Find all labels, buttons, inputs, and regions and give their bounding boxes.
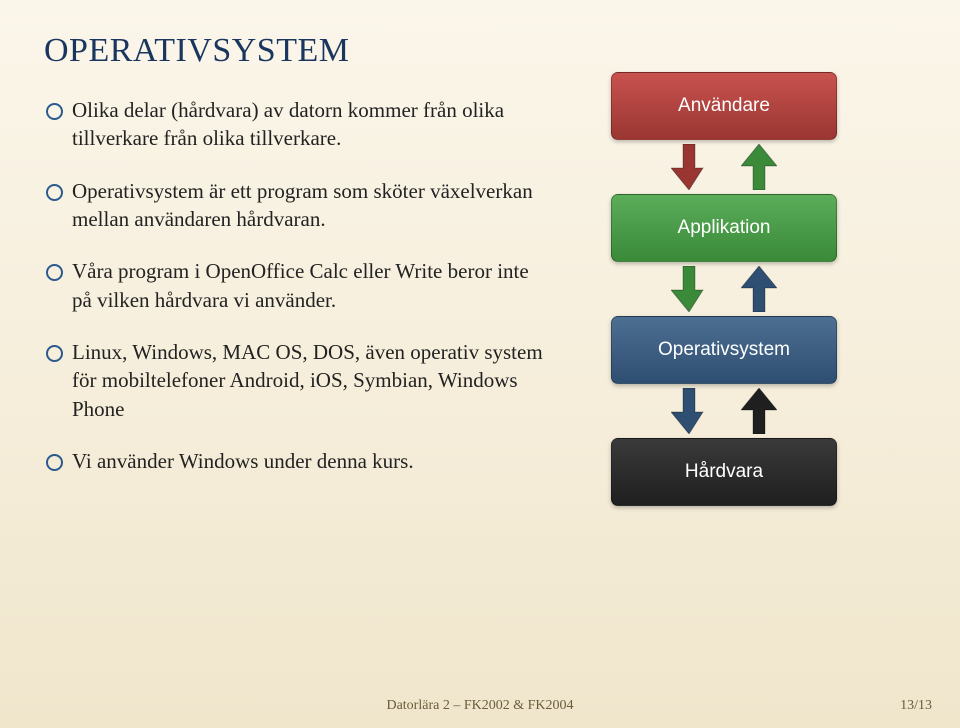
page-number: 13/13 bbox=[900, 698, 932, 714]
bullet-column: Olika delar (hårdvara) av datorn kommer … bbox=[44, 96, 544, 506]
bullet-list: Olika delar (hårdvara) av datorn kommer … bbox=[44, 96, 544, 475]
content-layout: Olika delar (hårdvara) av datorn kommer … bbox=[44, 96, 916, 506]
list-item: Operativsystem är ett program som sköter… bbox=[72, 177, 544, 234]
diagram-box-app: Applikation bbox=[611, 194, 837, 262]
arrow-down-icon bbox=[671, 388, 707, 434]
list-item: Olika delar (hårdvara) av datorn kommer … bbox=[72, 96, 544, 153]
diagram-box-hw: Hårdvara bbox=[611, 438, 837, 506]
diagram-box-os: Operativsystem bbox=[611, 316, 837, 384]
list-item: Vi använder Windows under denna kurs. bbox=[72, 447, 544, 475]
list-item: Våra program i OpenOffice Calc eller Wri… bbox=[72, 257, 544, 314]
arrow-up-icon bbox=[741, 388, 777, 434]
diagram-box-user: Användare bbox=[611, 72, 837, 140]
arrow-pair bbox=[671, 144, 777, 190]
arrow-down-icon bbox=[671, 266, 707, 312]
arrow-up-icon bbox=[741, 144, 777, 190]
arrow-down-icon bbox=[671, 144, 707, 190]
arrow-pair bbox=[671, 388, 777, 434]
arrow-pair bbox=[671, 266, 777, 312]
footer-text: Datorlära 2 – FK2002 & FK2004 bbox=[0, 698, 960, 714]
slide: OPERATIVSYSTEM Olika delar (hårdvara) av… bbox=[0, 0, 960, 728]
diagram-column: Användare Applikation Operativsystem bbox=[574, 72, 874, 506]
list-item: Linux, Windows, MAC OS, DOS, även operat… bbox=[72, 338, 544, 423]
page-title: OPERATIVSYSTEM bbox=[44, 32, 916, 70]
arrow-up-icon bbox=[741, 266, 777, 312]
